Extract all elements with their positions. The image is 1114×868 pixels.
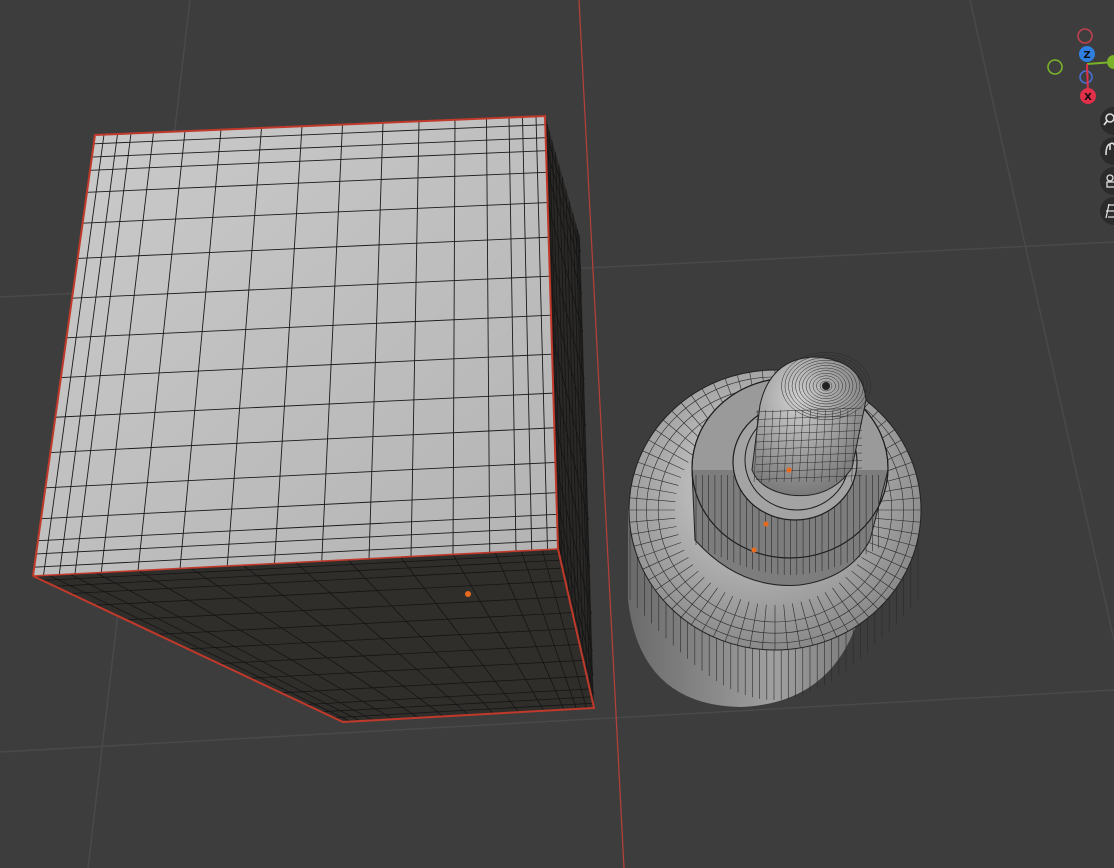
- neg-y-axis-handle[interactable]: [1047, 59, 1063, 75]
- cube-front-face: [33, 549, 594, 722]
- z-axis-label: Z: [1083, 50, 1090, 61]
- y-axis-handle[interactable]: [1107, 55, 1114, 69]
- bottle-origin-point-2: [763, 521, 769, 527]
- navigation-tools: [1100, 107, 1114, 225]
- grid-toggle-icon[interactable]: [1100, 197, 1114, 225]
- neg-x-axis-handle[interactable]: [1077, 28, 1093, 44]
- bottle-object[interactable]: [628, 352, 922, 707]
- cube-object[interactable]: [32, 114, 596, 724]
- zoom-icon[interactable]: [1100, 107, 1114, 135]
- neg-z-axis-handle[interactable]: [1079, 70, 1093, 84]
- cube-origin-point: [465, 591, 471, 597]
- bottle-origin-point-3: [751, 547, 757, 553]
- camera-icon[interactable]: [1100, 167, 1114, 195]
- bottle-origin-point-1: [786, 467, 792, 473]
- hand-pan-icon[interactable]: [1100, 137, 1114, 165]
- navigation-gizmo[interactable]: Z X: [1047, 28, 1114, 104]
- 3d-viewport[interactable]: Z X: [0, 0, 1114, 868]
- cube-top-face: [33, 116, 558, 576]
- x-axis-label: X: [1084, 92, 1092, 103]
